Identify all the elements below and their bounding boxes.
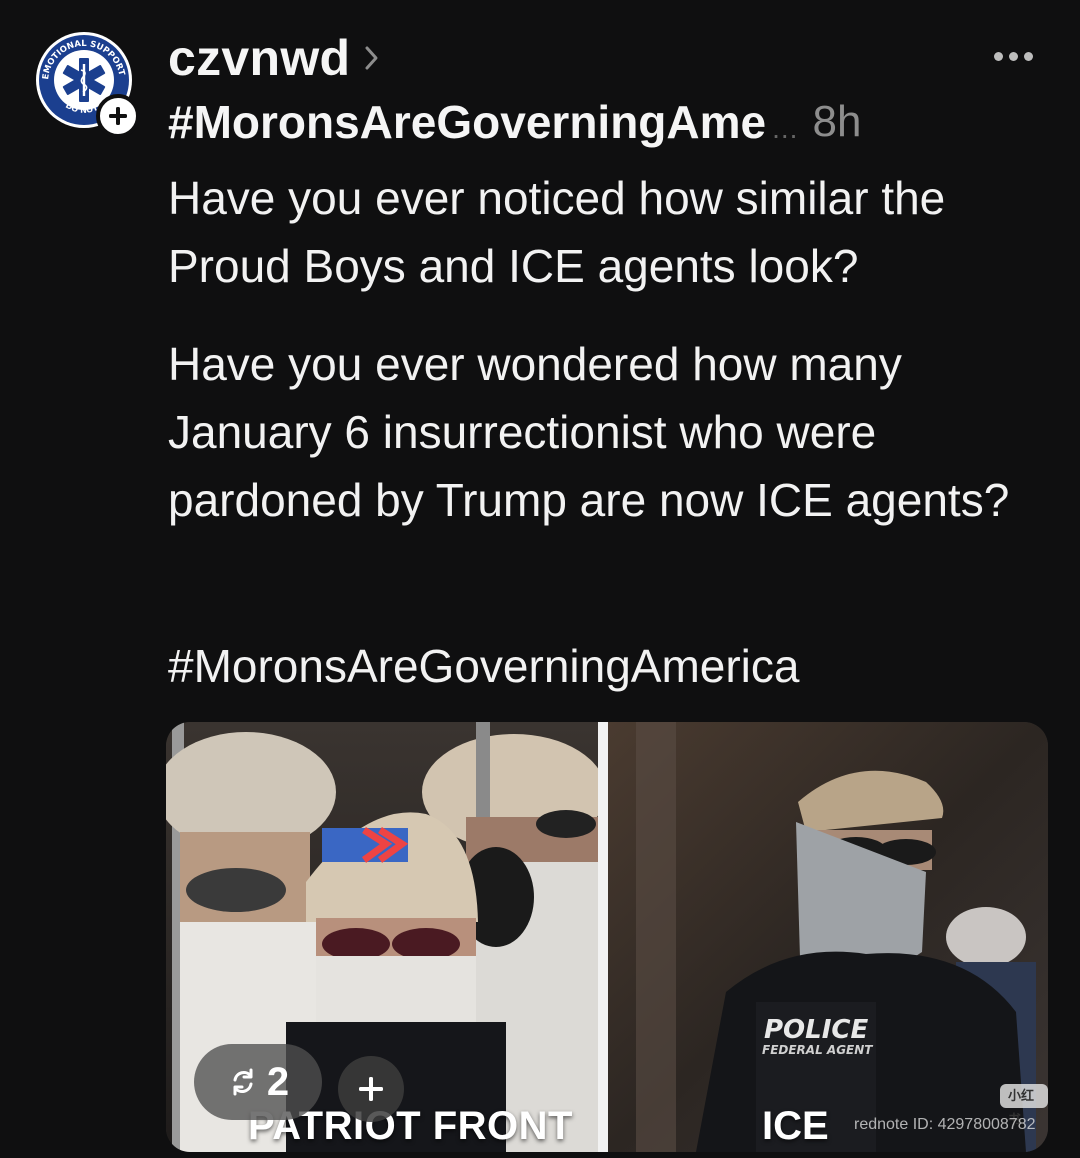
watermark-logo: 小红书 <box>1000 1084 1048 1127</box>
topic-row: #MoronsAreGoverningAme ... 8h <box>168 94 861 150</box>
username[interactable]: czvnwd <box>168 29 350 87</box>
vest-sublabel: FEDERAL AGENT <box>762 1043 873 1057</box>
image-caption-right: ICE <box>762 1104 829 1148</box>
chevron-right-icon <box>365 46 378 70</box>
watermark-id: rednote ID: 42978008782 <box>854 1116 1036 1133</box>
more-options-button[interactable] <box>994 46 1040 66</box>
topic-hashtag[interactable]: #MoronsAreGoverningAme <box>168 95 766 149</box>
more-dot <box>1009 51 1018 61</box>
post-paragraph: Have you ever noticed how similar the Pr… <box>168 172 946 292</box>
add-button[interactable] <box>338 1056 404 1122</box>
more-dot <box>1024 51 1033 61</box>
post-hashtag[interactable]: #MoronsAreGoverningAmerica <box>168 632 1048 700</box>
follow-button[interactable] <box>96 94 140 138</box>
plus-icon <box>109 107 127 125</box>
post-time: 8h <box>812 97 862 146</box>
vest-label: POLICE <box>764 1015 868 1045</box>
repost-icon <box>233 1068 253 1096</box>
repost-button[interactable]: 2 <box>194 1044 322 1120</box>
truncation-ellipsis: ... <box>772 113 799 144</box>
author-row[interactable]: czvnwd <box>168 30 382 86</box>
plus-icon <box>359 1077 383 1101</box>
post-paragraph: Have you ever wondered how many January … <box>168 338 1010 526</box>
more-dots-icon <box>994 51 1003 61</box>
repost-count: 2 <box>266 1059 290 1104</box>
